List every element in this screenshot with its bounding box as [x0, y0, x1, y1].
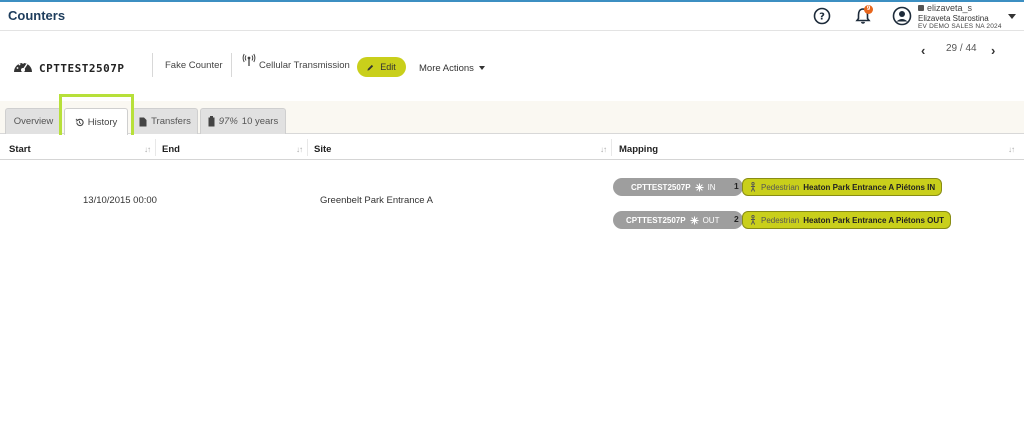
notifications-button[interactable]: 9: [855, 5, 873, 25]
column-header-start[interactable]: Start: [9, 144, 31, 155]
direction: OUT: [702, 215, 720, 225]
flow-target[interactable]: Pedestrian Heaton Park Entrance A Piéton…: [742, 211, 952, 229]
top-bar: Counters ? 9 elizaveta_s Elizaveta Staro…: [0, 0, 1024, 31]
column-header-end[interactable]: End: [162, 144, 180, 155]
flow-type: Pedestrian: [761, 215, 800, 225]
end-date: 13/10/2015 00:00: [83, 195, 157, 206]
chevron-right-icon[interactable]: ›: [991, 43, 995, 58]
tab-transfers[interactable]: Transfers: [132, 108, 198, 134]
battery-years: 10 years: [241, 116, 279, 127]
sort-icon[interactable]: ↓↑: [600, 145, 607, 154]
column-header-site[interactable]: Site: [314, 144, 331, 155]
chevron-left-icon[interactable]: ‹: [921, 43, 925, 58]
flow-type: Pedestrian: [761, 182, 800, 192]
more-actions-dropdown[interactable]: More Actions: [419, 63, 485, 74]
battery-icon: [208, 116, 215, 127]
help-icon[interactable]: ?: [813, 7, 831, 25]
user-menu[interactable]: elizaveta_s Elizaveta Starostina EV DEMO…: [918, 2, 1013, 32]
tab-label: Transfers: [151, 116, 191, 127]
more-actions-label: More Actions: [419, 63, 474, 74]
divider: [231, 53, 232, 77]
sensor-icon: [695, 182, 704, 192]
counter-type: Fake Counter: [165, 60, 223, 71]
edit-label: Edit: [380, 62, 396, 72]
mapping-item: CPTTEST2507P IN 1 Pedestrian Heaton Park…: [613, 178, 958, 196]
pedestrian-icon: [750, 182, 756, 192]
channel-name: CPTTEST2507P: [626, 215, 686, 225]
channel-name: CPTTEST2507P: [631, 182, 691, 192]
gauge-icon: [14, 62, 32, 72]
flow-name: Heaton Park Entrance A Piétons IN: [803, 182, 936, 192]
column-header-mapping[interactable]: Mapping: [619, 144, 658, 155]
direction: IN: [707, 182, 716, 192]
sort-icon[interactable]: ↓↑: [296, 145, 303, 154]
divider: [152, 53, 153, 77]
column-divider: [307, 139, 308, 156]
file-icon: [139, 117, 147, 126]
channel-pill: CPTTEST2507P IN: [613, 178, 743, 196]
pedestrian-icon: [750, 215, 756, 225]
column-divider: [155, 139, 156, 156]
caret-down-icon: [478, 66, 485, 70]
user-full-name: Elizaveta Starostina: [918, 14, 989, 23]
counter-name: CPTTEST2507P: [39, 62, 125, 75]
site-name: Greenbelt Park Entrance A: [320, 195, 434, 206]
svg-text:?: ?: [819, 12, 825, 23]
user-org: EV DEMO SALES NA 2024: [918, 23, 1002, 30]
flow-target[interactable]: Pedestrian Heaton Park Entrance A Piéton…: [742, 178, 943, 196]
battery-percent: 97%: [218, 116, 238, 127]
tab-battery[interactable]: 97% 10 years: [200, 108, 286, 134]
mapping-index: 2: [734, 214, 739, 224]
mapping-item: CPTTEST2507P OUT 2 Pedestrian Heaton Par…: [613, 211, 963, 229]
sensor-icon: [690, 215, 699, 225]
app-title[interactable]: Counters: [8, 8, 65, 23]
tab-overview[interactable]: Overview: [5, 108, 62, 134]
avatar-icon[interactable]: [892, 6, 912, 26]
channel-pill: CPTTEST2507P OUT: [613, 211, 743, 229]
antenna-icon: [242, 53, 256, 66]
username: elizaveta_s: [918, 3, 972, 13]
column-divider: [611, 139, 612, 156]
lock-icon: [918, 5, 924, 11]
sort-icon[interactable]: ↓↑: [1008, 145, 1015, 154]
notification-badge: 9: [864, 5, 873, 14]
pencil-icon: [367, 64, 374, 71]
pager-position: 29 / 44: [946, 43, 977, 54]
mapping-index: 1: [734, 181, 739, 191]
table-header: Start ↓↑ End ↓↑ Site ↓↑ Mapping ↓↑: [0, 135, 1024, 160]
tab-bar: Overview History Transfers 97% 10 years: [0, 101, 1024, 135]
transmission-type: Cellular Transmission: [259, 60, 350, 71]
username-text: elizaveta_s: [927, 3, 973, 13]
tab-label: Overview: [13, 116, 54, 127]
sort-icon[interactable]: ↓↑: [144, 145, 151, 154]
user-menu-caret-icon[interactable]: [1008, 14, 1016, 19]
edit-button[interactable]: Edit: [357, 57, 406, 77]
counter-header: ‹ 29 / 44 › CPTTEST2507P Fake Counter Ce…: [0, 31, 1024, 101]
flow-name: Heaton Park Entrance A Piétons OUT: [803, 215, 945, 225]
